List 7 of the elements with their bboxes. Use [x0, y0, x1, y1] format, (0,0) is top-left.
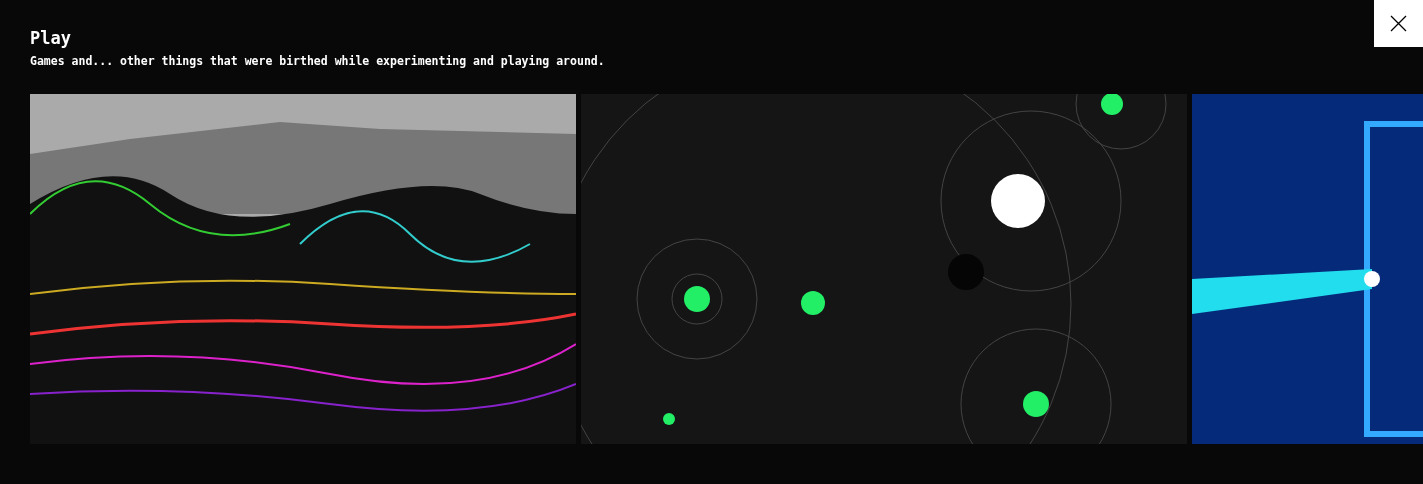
- page-subtitle: Games and... other things that were birthed while experimenting and playing around.: [30, 54, 606, 68]
- close-icon: [1390, 15, 1407, 32]
- arcade-game-thumbnail[interactable]: [1192, 94, 1423, 444]
- page-title: Play: [29, 27, 71, 48]
- space-thumbnail[interactable]: [581, 94, 1187, 444]
- close-button[interactable]: [1374, 0, 1423, 47]
- terrain-thumbnail[interactable]: [30, 94, 576, 444]
